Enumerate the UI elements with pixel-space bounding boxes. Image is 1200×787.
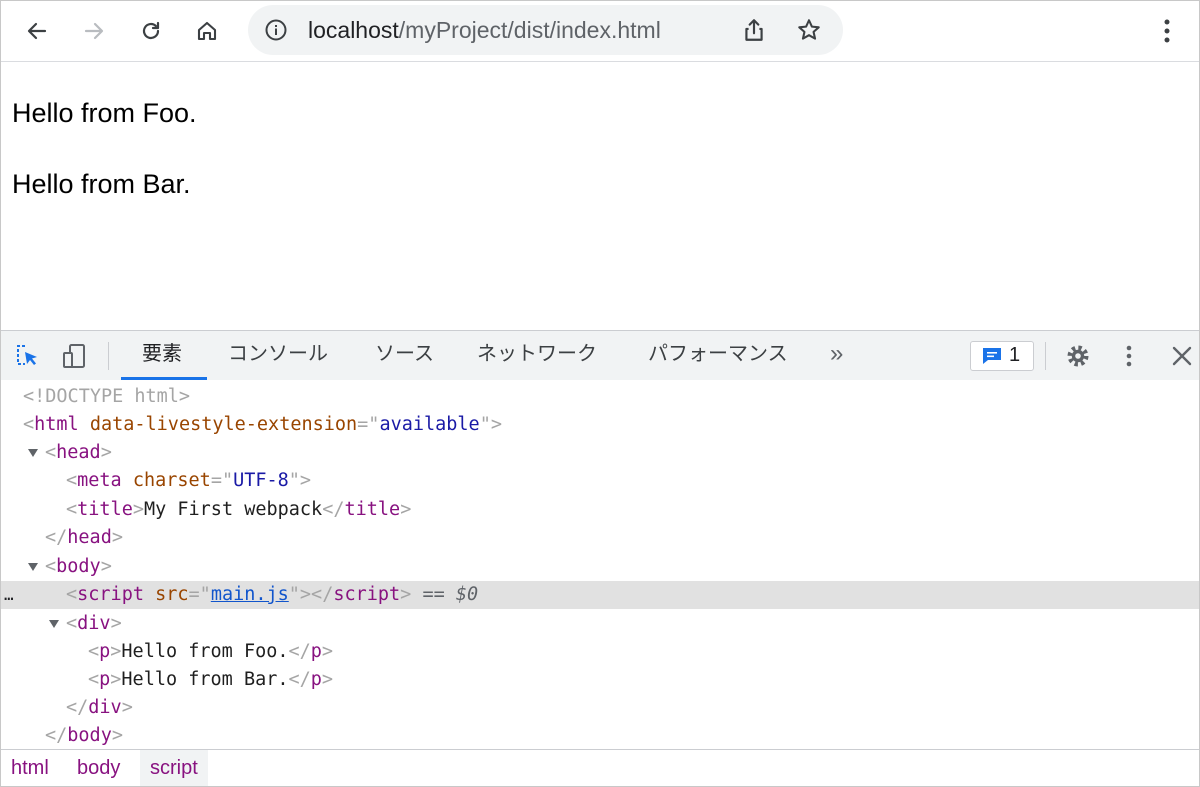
tag-name: script — [77, 584, 144, 605]
address-bar[interactable]: localhost/myProject/dist/index.html — [248, 5, 843, 55]
text-node: Hello from Foo. — [121, 641, 289, 662]
attr-value: available — [379, 414, 480, 435]
issues-counter-button[interactable]: 1 — [970, 341, 1034, 371]
tag-name: html — [34, 414, 79, 435]
attr-name: data-livestyle-extension — [89, 414, 358, 435]
breadcrumb-script[interactable]: script — [140, 750, 208, 786]
dom-node-script-selected[interactable]: … <script src="main.js"></script> == $0 — [1, 581, 1199, 609]
devtools-tabbar: 要素 コンソール ソース ネットワーク パフォーマンス » 1 — [1, 330, 1199, 381]
dom-node-html[interactable]: <html data-livestyle-extension="availabl… — [1, 411, 1199, 439]
tab-elements[interactable]: 要素 — [142, 331, 182, 379]
attr-name: charset — [132, 470, 211, 491]
dom-node-meta[interactable]: <meta charset="UTF-8"> — [1, 467, 1199, 495]
tag-name: p — [310, 669, 322, 690]
dom-node-body[interactable]: <body> — [1, 553, 1199, 581]
ellipsis-icon[interactable]: … — [4, 581, 14, 609]
url-path: /myProject/dist/index.html — [398, 17, 661, 43]
reload-icon — [142, 21, 160, 40]
tab-sources[interactable]: ソース — [375, 331, 434, 379]
tab-console[interactable]: コンソール — [228, 331, 328, 379]
dom-node-p[interactable]: <p>Hello from Foo.</p> — [1, 638, 1199, 666]
dom-node-doctype[interactable]: <!DOCTYPE html> — [1, 383, 1199, 411]
tag-name: p — [99, 669, 111, 690]
breadcrumb-html[interactable]: html — [1, 750, 59, 786]
tag-name: p — [310, 641, 322, 662]
breadcrumb-body[interactable]: body — [67, 750, 130, 786]
forward-arrow-icon — [84, 22, 104, 40]
more-vertical-icon[interactable] — [1116, 343, 1142, 369]
gear-icon[interactable] — [1065, 343, 1091, 369]
tag-name: script — [333, 584, 401, 605]
message-icon — [983, 348, 1001, 364]
back-button[interactable] — [19, 13, 55, 49]
tag-name: div — [77, 613, 111, 634]
script-src-link[interactable]: main.js — [211, 584, 289, 605]
dom-node-title[interactable]: <title>My First webpack</title> — [1, 496, 1199, 524]
dom-node-p[interactable]: <p>Hello from Bar.</p> — [1, 666, 1199, 694]
browser-toolbar: localhost/myProject/dist/index.html — [1, 1, 1199, 62]
tag-name: meta — [77, 470, 122, 491]
url-host: localhost — [308, 17, 399, 43]
tag-name: head — [67, 527, 112, 548]
star-icon[interactable] — [796, 17, 822, 43]
issues-count: 1 — [1009, 344, 1021, 366]
share-icon[interactable] — [741, 17, 767, 43]
dom-node-div-close[interactable]: </div> — [1, 694, 1199, 722]
device-toolbar-icon[interactable] — [61, 343, 87, 369]
close-icon[interactable] — [1169, 343, 1195, 369]
attr-name: src — [155, 584, 189, 605]
page-viewport: Hello from Foo. Hello from Bar. — [1, 62, 1199, 330]
expand-triangle-icon[interactable] — [49, 620, 59, 628]
tag-name: title — [77, 499, 133, 520]
tag-name: body — [56, 556, 101, 577]
tag-name: p — [99, 641, 111, 662]
expand-triangle-icon[interactable] — [28, 449, 38, 457]
expand-triangle-icon[interactable] — [28, 563, 38, 571]
tag-name: div — [88, 697, 122, 718]
url-text[interactable]: localhost/myProject/dist/index.html — [308, 18, 661, 42]
text-node: Hello from Bar. — [121, 669, 289, 690]
dom-node-body-close[interactable]: </body> — [1, 722, 1199, 750]
home-icon — [197, 21, 217, 41]
more-vertical-icon[interactable] — [1153, 13, 1181, 49]
browser-window: localhost/myProject/dist/index.html Hell… — [0, 0, 1200, 787]
dom-node-div[interactable]: <div> — [1, 610, 1199, 638]
tag-name: head — [56, 442, 101, 463]
selected-node-marker: == $0 — [422, 584, 479, 605]
tag-name: body — [67, 725, 112, 746]
breadcrumb: html body script — [1, 749, 1199, 786]
reload-button[interactable] — [133, 13, 169, 49]
divider — [108, 342, 109, 370]
doctype-text: <!DOCTYPE html> — [23, 386, 191, 407]
forward-button[interactable] — [76, 13, 112, 49]
inspect-element-icon[interactable] — [15, 343, 41, 369]
attr-value: UTF-8 — [233, 470, 289, 491]
tab-performance[interactable]: パフォーマンス — [648, 331, 788, 379]
tag-name: title — [344, 499, 401, 520]
more-tabs-button[interactable]: » — [830, 331, 843, 379]
dom-node-head-close[interactable]: </head> — [1, 524, 1199, 552]
home-button[interactable] — [189, 13, 225, 49]
elements-tree: <!DOCTYPE html> <html data-livestyle-ext… — [1, 380, 1199, 749]
info-icon[interactable] — [264, 18, 288, 42]
page-paragraph: Hello from Bar. — [12, 169, 191, 199]
divider — [1045, 342, 1046, 370]
page-paragraph: Hello from Foo. — [12, 98, 197, 128]
text-node: My First webpack — [143, 499, 323, 520]
dom-node-head[interactable]: <head> — [1, 439, 1199, 467]
back-arrow-icon — [27, 22, 47, 40]
tab-network[interactable]: ネットワーク — [477, 331, 597, 379]
